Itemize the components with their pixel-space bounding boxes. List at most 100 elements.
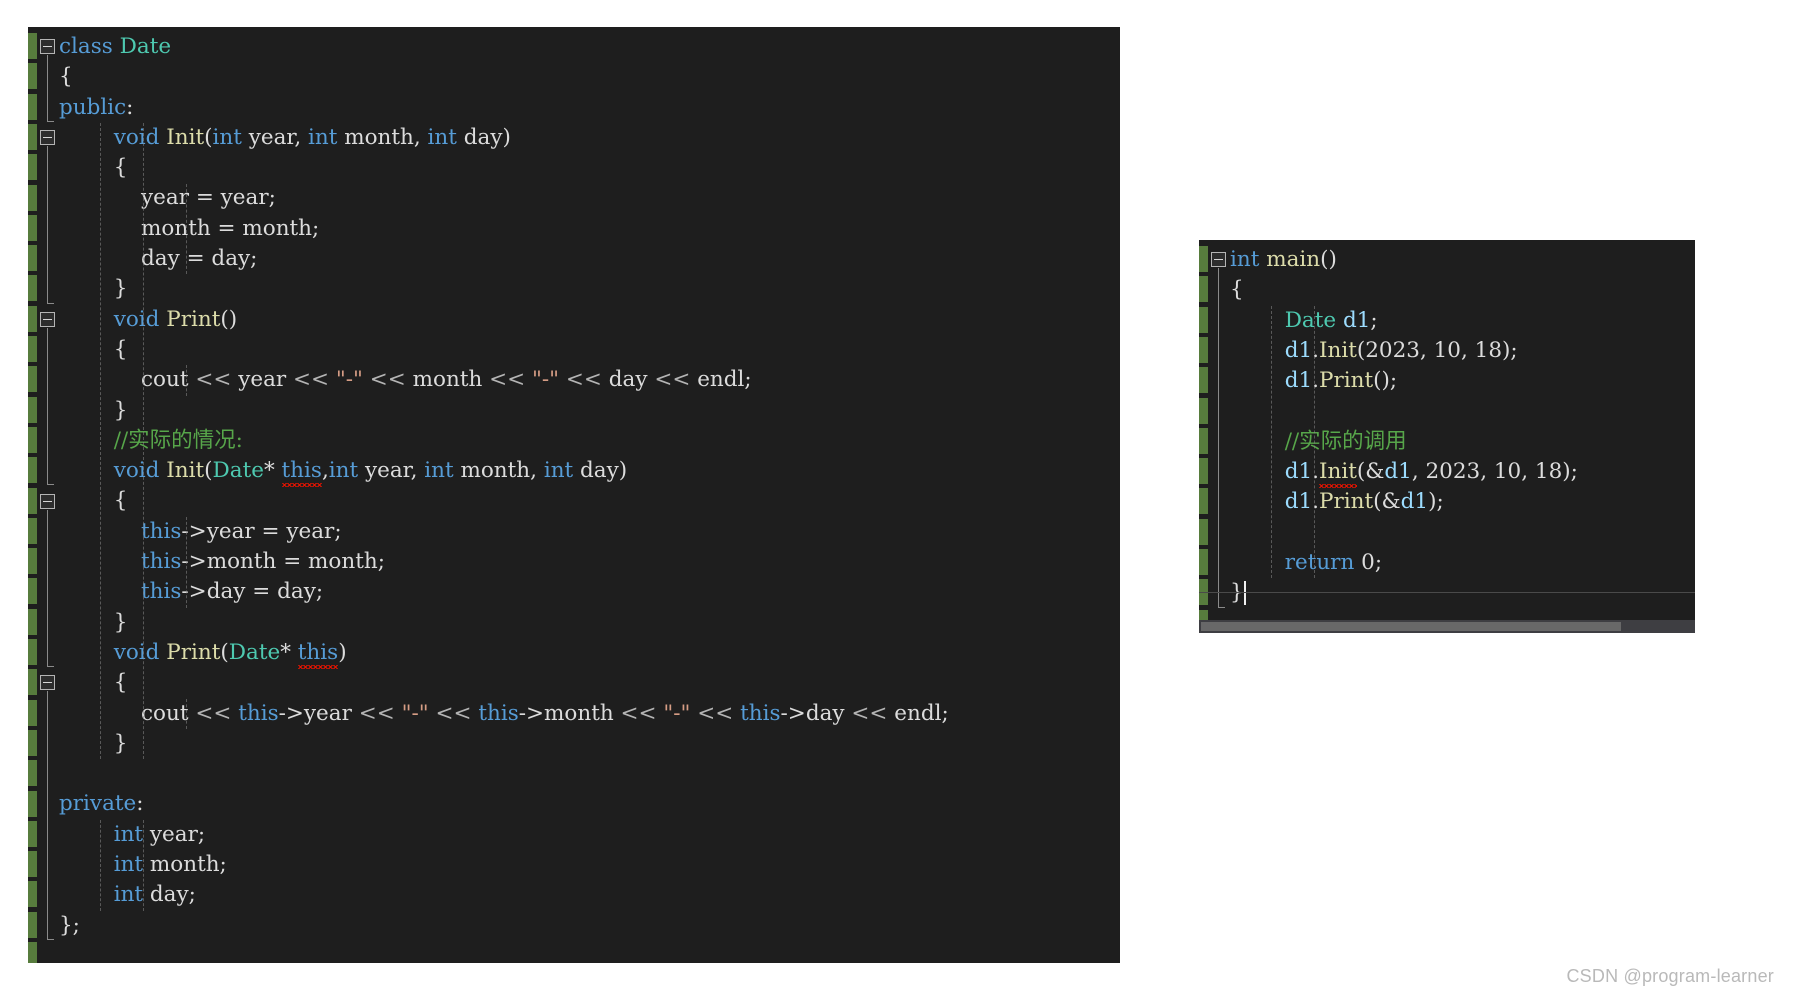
outlining-column-left[interactable] [37,27,59,963]
code-line[interactable] [1230,396,1695,426]
code-line[interactable]: } [59,608,1120,638]
code-line[interactable]: void Init(int year, int month, int day) [59,123,1120,153]
code-line[interactable]: int year; [59,820,1120,850]
code-token: int [113,882,144,908]
code-token: ; [1370,307,1378,333]
code-line[interactable]: int main() [1230,245,1695,275]
outlining-column-right[interactable] [1208,240,1230,633]
code-line[interactable]: cout << this->year << "-" << this->month… [59,699,1120,729]
code-line[interactable]: void Init(Date* this,int year, int month… [59,456,1120,486]
collapse-toggle-icon[interactable] [40,493,55,509]
code-token: } [113,276,128,302]
code-token: << [489,367,533,393]
code-line[interactable]: this->year = year; [59,517,1120,547]
code-editor-right[interactable]: int main(){ Date d1; d1.Init(2023, 10, 1… [1199,240,1695,633]
code-token: month; [143,852,227,878]
collapse-toggle-icon[interactable] [40,675,55,691]
code-token: * [280,639,298,665]
code-line[interactable]: { [59,486,1120,516]
code-token: 0; [1361,549,1383,575]
code-line[interactable]: } [1230,578,1695,608]
code-token: Print [166,639,221,665]
code-line[interactable]: { [59,668,1120,698]
code-token: Init [1318,337,1357,363]
code-token: << [293,367,336,393]
code-token: Print [1318,368,1374,394]
code-line[interactable]: { [59,62,1120,92]
code-token: year = year; [141,185,276,211]
code-token: } [113,397,128,423]
code-line[interactable]: { [59,153,1120,183]
code-line[interactable]: day = day; [59,244,1120,274]
indent-guide [143,819,144,911]
collapse-toggle-icon[interactable] [40,311,55,327]
code-line[interactable] [59,759,1120,789]
code-token: this [238,700,279,726]
code-line[interactable] [1230,518,1695,548]
collapse-toggle-icon[interactable] [1211,252,1226,267]
scrollbar-thumb[interactable] [1201,622,1621,631]
code-token: Init [166,458,205,484]
code-token: this [478,700,519,726]
horizontal-scrollbar[interactable] [1199,620,1695,633]
code-line[interactable]: cout << year << "-" << month << "-" << d… [59,365,1120,395]
code-line[interactable]: //实际的调用 [1230,427,1695,457]
code-line[interactable]: d1.Init(&d1, 2023, 10, 18); [1230,457,1695,487]
code-line[interactable]: d1.Print(&d1); [1230,487,1695,517]
code-line[interactable]: { [1230,275,1695,305]
code-token: int [308,124,338,150]
code-line[interactable]: void Print(Date* this) [59,638,1120,668]
code-token: (& [1373,489,1401,515]
code-line[interactable]: } [59,729,1120,759]
code-line[interactable]: } [59,274,1120,304]
code-line[interactable]: this->day = day; [59,577,1120,607]
code-token: public [59,94,127,120]
code-line[interactable]: year = year; [59,183,1120,213]
code-line[interactable]: month = month; [59,214,1120,244]
code-line[interactable]: Date d1; [1230,306,1695,336]
code-line[interactable]: return 0; [1230,548,1695,578]
code-line[interactable]: { [59,335,1120,365]
code-token: "-" [335,367,363,393]
code-line[interactable]: d1.Print(); [1230,366,1695,396]
code-line[interactable]: this->month = month; [59,547,1120,577]
code-token: ->month = month; [181,549,385,575]
code-line[interactable]: void Print() [59,305,1120,335]
code-line[interactable]: class Date [59,32,1120,62]
code-token: month [412,367,490,393]
code-line[interactable]: int day; [59,880,1120,910]
code-editor-left[interactable]: class Date{public: void Init(int year, i… [28,27,1120,963]
code-token: (); [1373,368,1398,394]
code-text-left[interactable]: class Date{public: void Init(int year, i… [59,27,1120,963]
code-text-right[interactable]: int main(){ Date d1; d1.Init(2023, 10, 1… [1230,240,1695,633]
code-line[interactable]: } [59,396,1120,426]
collapse-toggle-icon[interactable] [40,39,55,54]
code-token: << [654,367,698,393]
code-token: { [113,670,128,696]
collapse-toggle-icon[interactable] [40,129,55,145]
code-line[interactable]: d1.Init(2023, 10, 18); [1230,336,1695,366]
code-token: : [126,94,134,120]
code-token: int [424,458,454,484]
code-token: d1 [1284,368,1313,394]
code-token: () [220,306,238,332]
code-token: { [113,155,128,181]
code-line[interactable]: public: [59,93,1120,123]
code-line[interactable]: }; [59,911,1120,941]
code-line[interactable]: private: [59,789,1120,819]
code-line[interactable]: int month; [59,850,1120,880]
code-token: << [620,700,664,726]
code-line[interactable]: //实际的情况: [59,426,1120,456]
